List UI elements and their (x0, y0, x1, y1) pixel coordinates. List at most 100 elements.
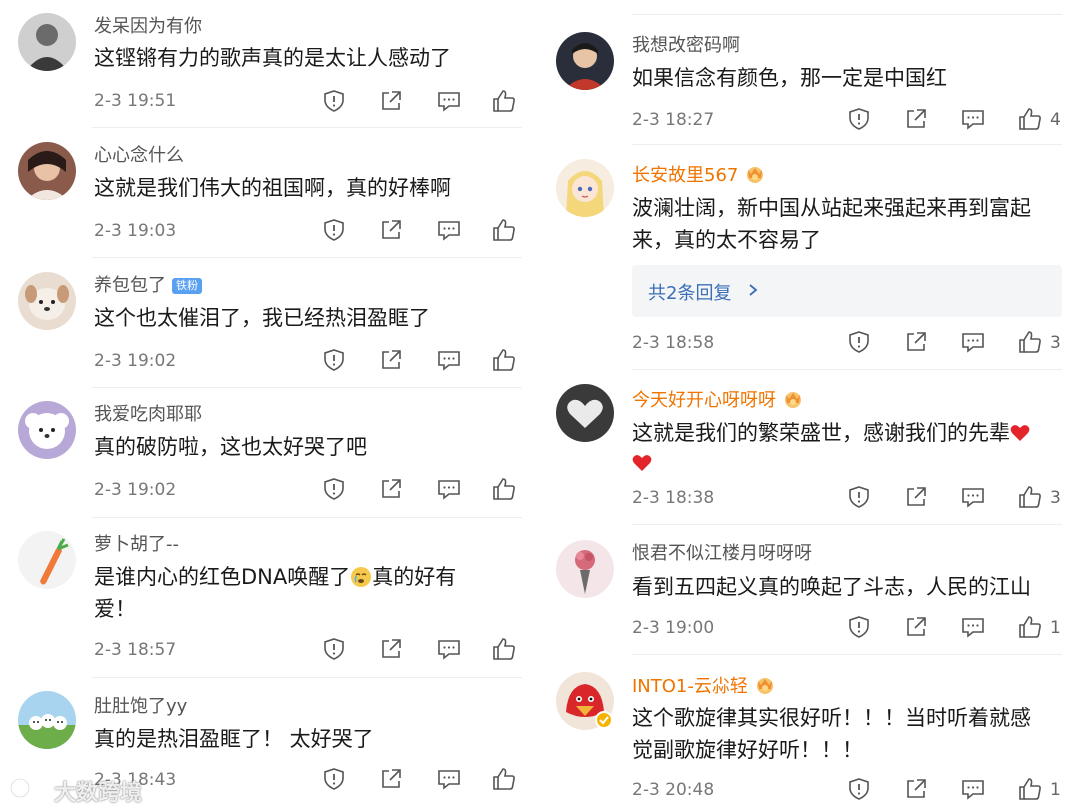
like-icon[interactable] (491, 347, 517, 373)
report-icon[interactable] (321, 88, 347, 114)
comment-time: 2-3 18:58 (632, 333, 715, 353)
username[interactable]: 养包包了 铁粉 (94, 275, 202, 297)
like-icon[interactable] (491, 636, 517, 662)
like-icon[interactable] (491, 217, 517, 243)
share-icon[interactable] (378, 217, 404, 243)
watermark-logo-icon (9, 777, 47, 799)
report-icon[interactable] (846, 106, 872, 132)
comment-text: 这铿锵有力的歌声真的是太让人感动了 (94, 46, 451, 70)
chevron-right-icon (749, 284, 758, 296)
share-icon[interactable] (903, 614, 929, 640)
like-icon[interactable] (1017, 106, 1043, 132)
username[interactable]: 长安故里567 (632, 164, 766, 187)
comment-icon[interactable] (960, 106, 986, 132)
user-avatar[interactable] (556, 672, 614, 730)
user-avatar[interactable] (556, 159, 614, 217)
view-replies-button[interactable]: 共2条回复 (632, 265, 1062, 317)
user-avatar[interactable] (556, 32, 614, 90)
username[interactable]: 萝卜胡了-- (94, 534, 179, 556)
watermark: 大数跨境 (6, 772, 156, 806)
username-text[interactable]: 养包包了 (94, 275, 166, 296)
comment-icon[interactable] (960, 329, 986, 355)
username[interactable]: 今天好开心呀呀呀 (632, 389, 804, 412)
share-icon[interactable] (903, 776, 929, 802)
share-icon[interactable] (903, 329, 929, 355)
username-text[interactable]: 长安故里567 (632, 165, 738, 186)
share-icon[interactable] (378, 636, 404, 662)
share-icon[interactable] (378, 88, 404, 114)
comment-text: 看到五四起义真的唤起了斗志，人民的江山 (632, 575, 1031, 599)
like-icon[interactable] (491, 88, 517, 114)
comment-item: 恨君不似江楼月呀呀呀 看到五四起义真的唤起了斗志，人民的江山 2-3 19:00… (540, 525, 1080, 655)
comment-text: 真的是热泪盈眶了！ 太好哭了 (94, 727, 374, 751)
user-avatar[interactable] (18, 142, 76, 200)
comment-icon[interactable] (960, 484, 986, 510)
comment-text: 这个歌旋律其实很好听！！！当时听着就感 (632, 706, 1031, 730)
user-avatar[interactable] (18, 272, 76, 330)
user-avatar[interactable] (18, 531, 76, 589)
user-avatar[interactable] (556, 384, 614, 442)
username[interactable]: 恨君不似江楼月呀呀呀 (632, 543, 812, 565)
username[interactable]: 肚肚饱了yy (94, 696, 187, 718)
comment-text: 如果信念有颜色，那一定是中国红 (632, 66, 947, 90)
comment-text-part: 是谁内心的红色DNA唤醒了 (94, 565, 351, 589)
user-avatar[interactable] (18, 691, 76, 749)
share-icon[interactable] (378, 347, 404, 373)
username[interactable]: 我想改密码啊 (632, 35, 740, 57)
comment-item: 我爱吃肉耶耶 真的破防啦，这也太好哭了吧 2-3 19:02 (0, 388, 540, 518)
username[interactable]: 心心念什么 (94, 145, 184, 167)
comment-item: 今天好开心呀呀呀 这就是我们的繁荣盛世，感谢我们的先辈 2-3 18:38 3 (540, 370, 1080, 525)
right-comment-column: 我想改密码啊 如果信念有颜色，那一定是中国红 2-3 18:27 4 长安故里5… (540, 0, 1080, 809)
comment-icon[interactable] (436, 636, 462, 662)
comment-icon[interactable] (436, 88, 462, 114)
comment-icon[interactable] (436, 217, 462, 243)
share-icon[interactable] (903, 106, 929, 132)
share-icon[interactable] (903, 484, 929, 510)
report-icon[interactable] (321, 636, 347, 662)
like-count: 1 (1050, 780, 1061, 800)
comment-icon[interactable] (436, 476, 462, 502)
like-icon[interactable] (1017, 614, 1043, 640)
share-icon[interactable] (378, 766, 404, 792)
report-icon[interactable] (846, 484, 872, 510)
report-icon[interactable] (846, 329, 872, 355)
comment-icon[interactable] (436, 347, 462, 373)
username-text[interactable]: INTO1-云尛轻 (632, 676, 748, 697)
comment-text: 这个也太催泪了，我已经热泪盈眶了 (94, 306, 430, 330)
comment-time: 2-3 18:27 (632, 110, 715, 130)
comment-icon[interactable] (436, 766, 462, 792)
crying-face-emoji-icon (351, 567, 372, 587)
comment-item: 心心念什么 这就是我们伟大的祖国啊，真的好棒啊 2-3 19:03 (0, 128, 540, 258)
user-avatar[interactable] (18, 401, 76, 459)
report-icon[interactable] (321, 347, 347, 373)
like-icon[interactable] (1017, 484, 1043, 510)
replies-link-text[interactable]: 共2条回复 (648, 279, 731, 305)
like-icon[interactable] (1017, 329, 1043, 355)
comment-item: 养包包了 铁粉 这个也太催泪了，我已经热泪盈眶了 2-3 19:02 (0, 258, 540, 388)
watermark-text: 大数跨境 (54, 781, 143, 806)
username[interactable]: INTO1-云尛轻 (632, 675, 776, 698)
report-icon[interactable] (846, 614, 872, 640)
username[interactable]: 我爱吃肉耶耶 (94, 404, 202, 426)
report-icon[interactable] (321, 476, 347, 502)
report-icon[interactable] (321, 217, 347, 243)
vip-crown-icon (785, 392, 801, 408)
comment-text: 这就是我们的繁荣盛世，感谢我们的先辈 (632, 418, 1030, 448)
username-text[interactable]: 今天好开心呀呀呀 (632, 390, 776, 411)
report-icon[interactable] (846, 776, 872, 802)
like-count: 3 (1050, 333, 1061, 353)
like-icon[interactable] (1017, 776, 1043, 802)
comment-time: 2-3 19:03 (94, 221, 177, 241)
user-avatar[interactable] (18, 13, 76, 71)
user-avatar[interactable] (556, 540, 614, 598)
comment-item: 长安故里567 波澜壮阔，新中国从站起来强起来再到富起 来，真的太不容易了 共2… (540, 145, 1080, 370)
comment-item: 我想改密码啊 如果信念有颜色，那一定是中国红 2-3 18:27 4 (540, 15, 1080, 145)
comment-icon[interactable] (960, 776, 986, 802)
like-icon[interactable] (491, 766, 517, 792)
report-icon[interactable] (321, 766, 347, 792)
username[interactable]: 发呆因为有你 (94, 16, 202, 38)
like-icon[interactable] (491, 476, 517, 502)
share-icon[interactable] (378, 476, 404, 502)
comment-icon[interactable] (960, 614, 986, 640)
like-count: 4 (1050, 110, 1061, 130)
